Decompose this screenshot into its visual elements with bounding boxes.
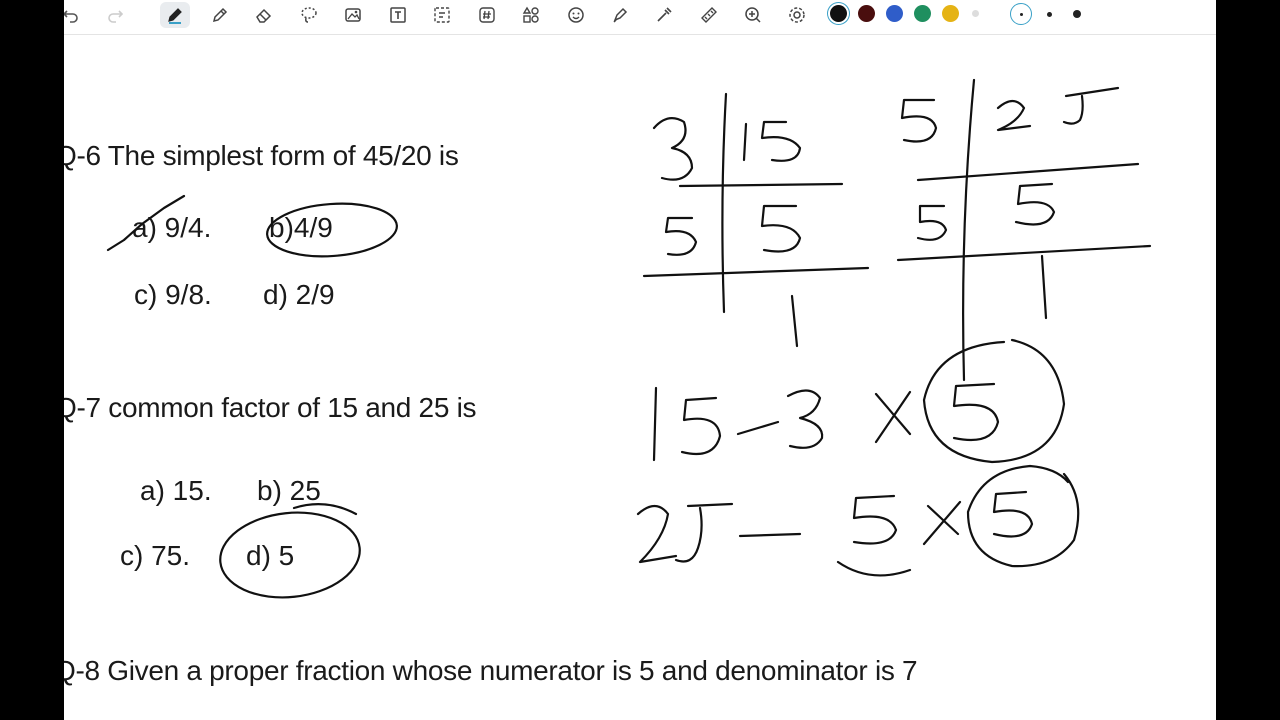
ink-eq2-5b: [852, 494, 898, 545]
ink-eq1-15: [652, 386, 722, 462]
highlighter-icon[interactable]: [605, 2, 635, 28]
whiteboard-page[interactable]: Q-6 The simplest form of 45/20 is a) 9/4…: [64, 0, 1216, 720]
color-blue-swatch[interactable]: [886, 5, 903, 22]
ink-eq2-2: [636, 504, 678, 564]
selection-icon[interactable]: [427, 2, 457, 28]
color-black-swatch[interactable]: [830, 5, 847, 22]
ink-ladder2-5b: [1014, 182, 1056, 226]
zoom-icon[interactable]: [738, 2, 768, 28]
eraser-icon[interactable]: [249, 2, 279, 28]
ink-ladder1-5a: [664, 216, 698, 256]
ruler-icon[interactable]: [694, 2, 724, 28]
text-icon[interactable]: [383, 2, 413, 28]
settings-icon[interactable]: [782, 2, 812, 28]
ink-eq2-x: [922, 500, 962, 546]
ink-eq2-circle: [966, 464, 1080, 568]
question-6-text: Q-6 The simplest form of 45/20 is: [64, 140, 459, 171]
stroke-size-small[interactable]: [1010, 3, 1032, 25]
ink-ladder2-1: [1040, 254, 1048, 320]
q6-option-b: b)4/9: [269, 212, 333, 243]
ink-ladder1-vertical: [721, 92, 728, 314]
laser-pointer-icon[interactable]: [649, 2, 679, 28]
ink-ladder2-5: [900, 98, 938, 143]
color-green-swatch[interactable]: [914, 5, 931, 22]
ink-ladder2-line1: [916, 162, 1140, 182]
handwriting-layer: [106, 78, 1152, 599]
q6-option-d: d) 2/9: [263, 279, 335, 310]
sticker-icon[interactable]: [561, 2, 591, 28]
ink-eq1-3: [786, 389, 824, 449]
ink-ladder1-line2: [642, 266, 870, 278]
ink-ladder1-5b: [760, 204, 802, 253]
shapes-icon[interactable]: [516, 2, 546, 28]
q7-option-b: b) 25: [257, 475, 321, 506]
ink-eq2-5: [674, 502, 734, 563]
q7-option-a: a) 15.: [140, 475, 212, 506]
ink-ladder1-line1: [678, 182, 844, 188]
stroke-size-medium[interactable]: [1038, 3, 1060, 25]
color-darkred-swatch[interactable]: [858, 5, 875, 22]
ink-ladder2-25: [996, 86, 1120, 132]
pen-icon[interactable]: [160, 2, 190, 28]
ink-ladder1-15: [742, 120, 802, 162]
q6-option-a: a) 9/4.: [132, 212, 212, 243]
lasso-icon[interactable]: [294, 2, 324, 28]
redo-icon[interactable]: [100, 2, 130, 28]
ink-ladder2-vertical: [962, 78, 976, 382]
hashtag-icon[interactable]: [472, 2, 502, 28]
ink-eq2-minus: [738, 532, 802, 538]
ink-eq1-circle: [922, 338, 1066, 464]
stroke-size-large[interactable]: [1066, 3, 1088, 25]
question-7-text: Q-7 common factor of 15 and 25 is: [64, 392, 477, 423]
ink-eq2-underline: [836, 560, 912, 577]
ink-ladder2-line2: [896, 244, 1152, 262]
undo-icon[interactable]: [64, 2, 86, 28]
ink-eq2-5c: [992, 490, 1034, 538]
ink-ladder1-3: [652, 117, 694, 181]
ink-eq1-x: [874, 390, 912, 444]
ink-ladder1-1: [790, 294, 799, 348]
toolbar: [64, 0, 1216, 35]
more-colors-icon[interactable]: [972, 10, 979, 17]
ink-ladder2-5a: [916, 204, 948, 241]
q6-option-c: c) 9/8.: [134, 279, 212, 310]
pencil-icon[interactable]: [205, 2, 235, 28]
ink-eq1-minus: [736, 420, 780, 436]
ink-eq1-5: [952, 382, 1000, 442]
image-icon[interactable]: [338, 2, 368, 28]
color-yellow-swatch[interactable]: [942, 5, 959, 22]
q7-option-c: c) 75.: [120, 540, 191, 571]
q7-option-d: d) 5: [246, 540, 295, 571]
question-8-text: Q-8 Given a proper fraction whose numera…: [64, 655, 918, 686]
